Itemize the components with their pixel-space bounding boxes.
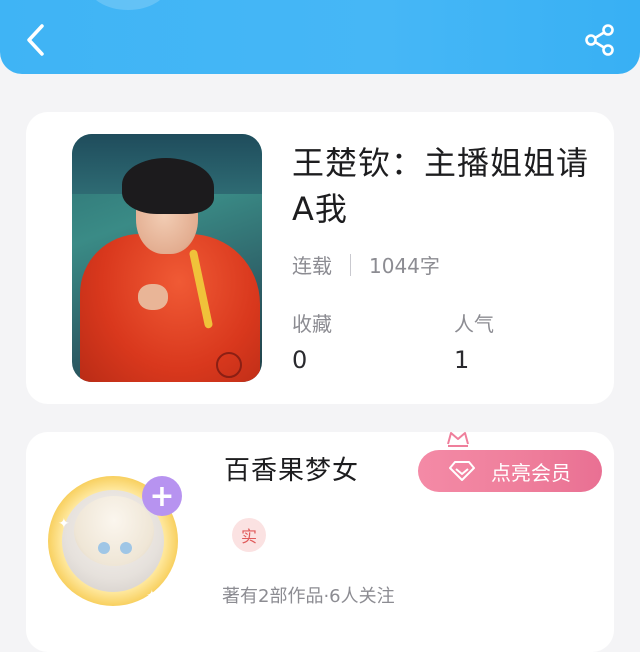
sparkle-icon: ✦ [58, 516, 70, 532]
back-button[interactable] [18, 20, 52, 60]
cover-emblem [216, 352, 242, 378]
avatar-eye [120, 542, 132, 554]
favorites-label: 收藏 [292, 312, 332, 336]
chevron-left-icon [27, 24, 44, 56]
top-header [0, 0, 640, 74]
crown-icon [447, 432, 469, 447]
activate-vip-button[interactable]: 点亮会员 [418, 450, 602, 492]
verified-badge: 实 [232, 518, 266, 552]
cover-hand [138, 284, 168, 310]
book-info-card: 王楚钦：主播姐姐请A我 连载 1044字 收藏 0 人气 1 [26, 112, 614, 404]
author-stats: 著有2部作品·6人关注 [222, 586, 395, 607]
cover-hair [122, 158, 214, 214]
vip-button-label: 点亮会员 [491, 460, 571, 485]
sparkle-icon: ✦ [146, 588, 158, 604]
book-status-row: 连载 1044字 [292, 250, 440, 279]
author-card: ✦ ✦ + 百香果梦女 点亮会员 实 著有2部作品·6人关注 [26, 432, 614, 652]
share-button[interactable] [582, 22, 618, 58]
favorites-count: 0 [292, 346, 308, 374]
serial-status: 连载 [292, 254, 332, 278]
author-name: 百香果梦女 [224, 456, 360, 486]
popularity-label: 人气 [454, 312, 494, 336]
avatar-eye [98, 542, 110, 554]
status-divider [350, 253, 351, 276]
share-icon [585, 24, 614, 56]
popularity-count: 1 [454, 346, 470, 374]
header-decoration [88, 0, 168, 10]
plus-icon: + [149, 478, 175, 514]
book-title: 王楚钦：主播姐姐请A我 [292, 144, 590, 228]
avatar-hair [74, 496, 154, 566]
book-cover-image[interactable] [72, 134, 262, 382]
word-count: 1044字 [369, 254, 440, 278]
follow-author-button[interactable]: + [142, 476, 182, 516]
diamond-icon [449, 460, 475, 482]
